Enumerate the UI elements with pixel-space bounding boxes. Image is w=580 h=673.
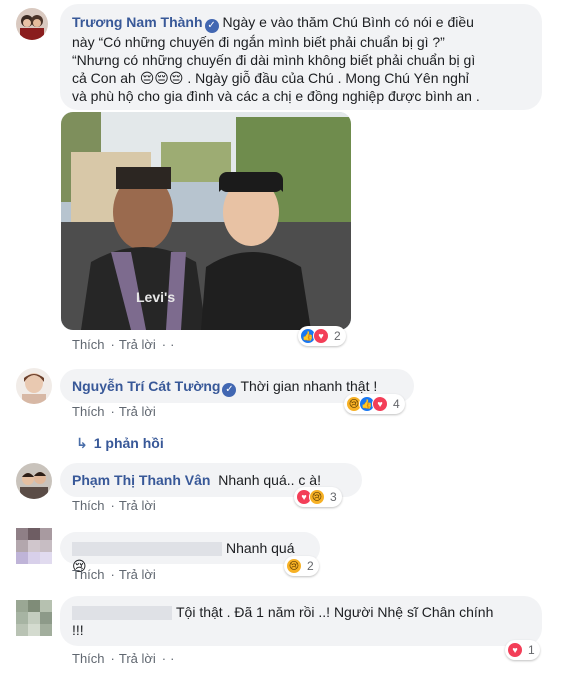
- avatar-blurred[interactable]: [16, 600, 52, 636]
- love-reaction-icon: ♥: [507, 642, 523, 658]
- author-name-blurred[interactable]: [72, 606, 172, 621]
- reaction-count: 1: [528, 643, 535, 657]
- reply-link[interactable]: Trả lời: [119, 567, 156, 582]
- reply-link[interactable]: Trả lời: [119, 337, 156, 352]
- more-dots[interactable]: ·: [170, 651, 174, 666]
- comment-bubble: Nhanh quá😢: [60, 532, 320, 574]
- reply-link[interactable]: Trả lời: [119, 651, 156, 666]
- avatar[interactable]: [16, 8, 48, 40]
- like-link[interactable]: Thích: [72, 498, 105, 513]
- separator: ·: [161, 337, 167, 352]
- replies-count[interactable]: 1 phản hồi: [94, 435, 164, 451]
- sad-reaction-icon: 😢: [286, 558, 302, 574]
- verified-badge-icon: ✓: [204, 19, 219, 33]
- comment-actions: Thích · Trả lời · ·: [72, 337, 176, 352]
- avatar[interactable]: [16, 368, 52, 404]
- avatar[interactable]: [16, 463, 52, 499]
- reaction-summary[interactable]: ♥ 😢 3: [294, 487, 342, 507]
- comment-actions: Thích · Trả lời: [72, 404, 158, 419]
- separator: ·: [110, 404, 115, 419]
- svg-text:Levi's: Levi's: [136, 289, 175, 305]
- love-reaction-icon: ♥: [372, 396, 388, 412]
- separator: ·: [110, 337, 115, 352]
- comment-bubble: Trương Nam Thành ✓ Ngày e vào thăm Chú Bìn…: [60, 4, 542, 110]
- like-link[interactable]: Thích: [72, 567, 105, 582]
- reaction-count: 4: [393, 397, 400, 411]
- sad-reaction-icon: 😢: [309, 489, 325, 505]
- comment-actions: Thích · Trả lời: [72, 498, 158, 513]
- reply-arrow-icon: ↳: [76, 435, 88, 451]
- separator: ·: [110, 567, 115, 582]
- reaction-summary[interactable]: 👍 ♥ 2: [298, 326, 346, 346]
- comment-author[interactable]: Phạm Thị Thanh Vân: [72, 472, 210, 488]
- love-reaction-icon: ♥: [313, 328, 329, 344]
- avatar-blurred[interactable]: [16, 528, 52, 578]
- author-name-blurred[interactable]: [72, 542, 222, 557]
- like-link[interactable]: Thích: [72, 337, 105, 352]
- reaction-count: 2: [334, 329, 341, 343]
- reaction-summary[interactable]: 😢 2: [284, 556, 319, 576]
- separator: ·: [161, 651, 167, 666]
- separator: ·: [110, 651, 115, 666]
- comment-author[interactable]: Nguyễn Trí Cát Tường: [72, 378, 220, 394]
- reaction-summary[interactable]: ♥ 1: [505, 640, 540, 660]
- reaction-summary[interactable]: 😢 👍 ♥ 4: [344, 394, 405, 414]
- reaction-count: 3: [330, 490, 337, 504]
- comment-text: Tội thật . Đã 1 năm rồi ..! Người Nhệ sĩ…: [72, 604, 494, 638]
- comment-author[interactable]: Trương Nam Thành: [72, 14, 203, 30]
- comment-text: Trương Nam Thành ✓ Ngày e vào thăm Chú Bìn…: [72, 14, 480, 104]
- view-replies-link[interactable]: ↳ 1 phản hồi: [76, 435, 164, 452]
- comment-actions: Thích · Trả lời: [72, 567, 158, 582]
- reply-link[interactable]: Trả lời: [119, 498, 156, 513]
- separator: ·: [110, 498, 115, 513]
- verified-badge-icon: ✓: [222, 383, 237, 397]
- like-link[interactable]: Thích: [72, 404, 105, 419]
- more-dots[interactable]: ·: [170, 337, 174, 352]
- comment-bubble: Tội thật . Đã 1 năm rồi ..! Người Nhệ sĩ…: [60, 596, 542, 646]
- like-link[interactable]: Thích: [72, 651, 105, 666]
- comment-photo[interactable]: Levi's: [61, 112, 351, 330]
- comment-actions: Thích · Trả lời · ·: [72, 651, 176, 666]
- reaction-count: 2: [307, 559, 314, 573]
- reply-link[interactable]: Trả lời: [119, 404, 156, 419]
